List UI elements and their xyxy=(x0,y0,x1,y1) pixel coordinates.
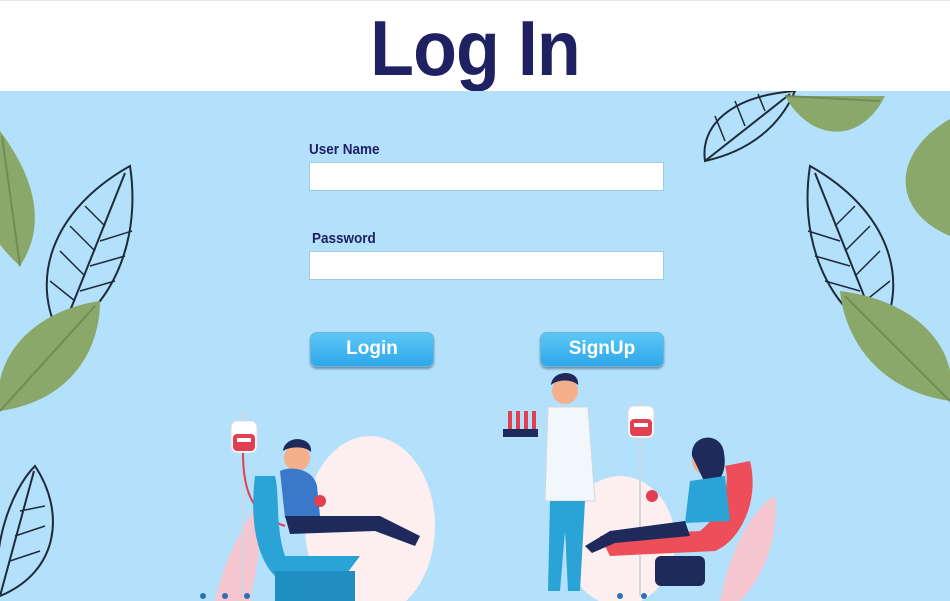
blood-donation-illustration-left xyxy=(200,411,435,601)
page-title: Log In xyxy=(370,4,581,92)
leaf-icon xyxy=(0,301,100,412)
login-button[interactable]: Login xyxy=(310,332,434,367)
username-label: User Name xyxy=(309,141,380,158)
blood-donation-illustration-right xyxy=(503,373,776,601)
header-bar: Log In xyxy=(0,0,950,92)
password-label: Password xyxy=(312,230,376,247)
leaf-icon xyxy=(0,464,54,598)
leaf-icon xyxy=(784,95,885,132)
username-field[interactable] xyxy=(309,162,664,191)
leaf-icon xyxy=(840,291,950,402)
doctor-icon xyxy=(503,373,596,591)
login-panel: User Name Password Login SignUp xyxy=(0,91,950,601)
password-field[interactable] xyxy=(309,251,664,280)
signup-button[interactable]: SignUp xyxy=(540,332,664,367)
